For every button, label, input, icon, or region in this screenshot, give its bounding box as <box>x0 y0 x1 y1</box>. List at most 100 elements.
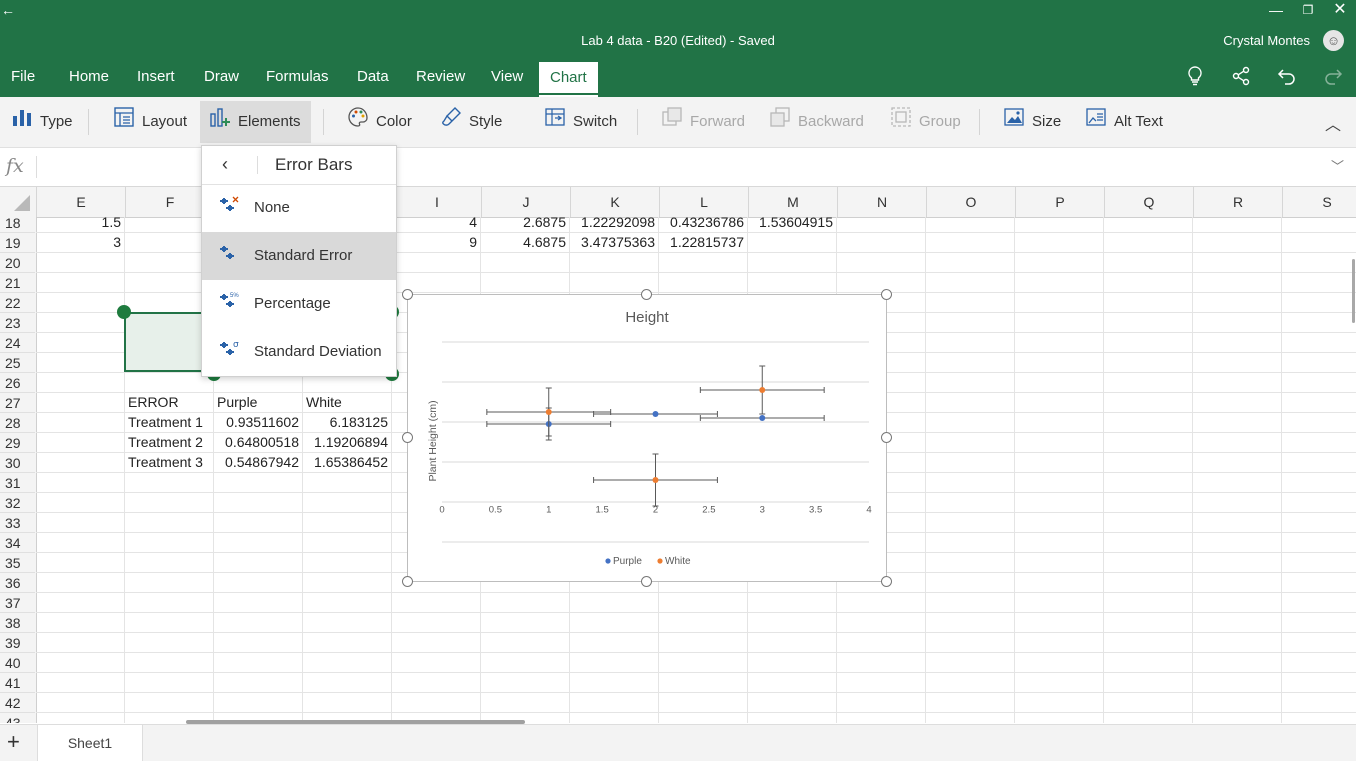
y-axis-label[interactable]: Plant Height (cm) <box>427 400 439 481</box>
column-header-r[interactable]: R <box>1193 187 1282 217</box>
column-header-q[interactable]: Q <box>1104 187 1193 217</box>
row-header-38[interactable]: 38 <box>0 612 35 632</box>
row-header-35[interactable]: 35 <box>0 552 35 572</box>
row-header-21[interactable]: 21 <box>0 272 35 292</box>
avatar[interactable]: ☺ <box>1323 30 1344 51</box>
row-header-25[interactable]: 25 <box>0 352 35 372</box>
tab-formulas[interactable]: Formulas <box>255 60 340 97</box>
row-header-28[interactable]: 28 <box>0 412 35 432</box>
minimize-icon[interactable]: — <box>1262 0 1290 20</box>
column-header-n[interactable]: N <box>837 187 926 217</box>
cell-h27[interactable]: White <box>303 392 391 412</box>
forward-button[interactable]: Forward <box>652 101 753 143</box>
style-button[interactable]: Style <box>431 101 510 143</box>
chart-resize-handle[interactable] <box>402 289 413 300</box>
column-header-k[interactable]: K <box>570 187 659 217</box>
data-point-white[interactable] <box>759 387 766 393</box>
back-arrow-icon[interactable]: ← <box>0 0 16 20</box>
elements-button[interactable]: Elements <box>200 101 311 143</box>
column-header-m[interactable]: M <box>748 187 837 217</box>
row-header-34[interactable]: 34 <box>0 532 35 552</box>
plus-icon[interactable]: + <box>7 729 20 755</box>
row-header-42[interactable]: 42 <box>0 692 35 712</box>
cell-m18[interactable]: 1.53604915 <box>748 217 836 232</box>
cell-g30[interactable]: 0.54867942 <box>214 452 302 472</box>
restore-icon[interactable]: ❐ <box>1294 0 1322 20</box>
tab-draw[interactable]: Draw <box>193 60 250 97</box>
error-bars-none-option[interactable]: None <box>202 184 396 232</box>
cell-g29[interactable]: 0.64800518 <box>214 432 302 452</box>
close-icon[interactable]: ✕ <box>1326 0 1354 20</box>
select-all-corner[interactable] <box>0 187 36 217</box>
data-point-purple[interactable] <box>652 411 659 417</box>
legend-label-white[interactable]: White <box>665 556 691 567</box>
row-header-27[interactable]: 27 <box>0 392 35 412</box>
error-bars-standard-deviation-option[interactable]: σ Standard Deviation <box>202 328 396 376</box>
size-button[interactable]: Size <box>994 101 1069 143</box>
cell-h30[interactable]: 1.65386452 <box>303 452 391 472</box>
error-bars-standard-error-option[interactable]: Standard Error <box>202 232 396 280</box>
row-header-22[interactable]: 22 <box>0 292 35 312</box>
chart-resize-handle[interactable] <box>402 432 413 443</box>
redo-icon[interactable] <box>1321 66 1345 90</box>
row-header-18[interactable]: 18 <box>0 217 35 232</box>
vertical-scrollbar[interactable] <box>1352 259 1355 323</box>
column-header-p[interactable]: P <box>1015 187 1104 217</box>
row-header-24[interactable]: 24 <box>0 332 35 352</box>
chart-resize-handle[interactable] <box>641 576 652 587</box>
row-header-30[interactable]: 30 <box>0 452 35 472</box>
column-header-i[interactable]: I <box>392 187 481 217</box>
row-header-29[interactable]: 29 <box>0 432 35 452</box>
chart-resize-handle[interactable] <box>881 432 892 443</box>
backward-button[interactable]: Backward <box>760 101 872 143</box>
sheet-tab-sheet1[interactable]: Sheet1 <box>37 725 143 761</box>
row-header-19[interactable]: 19 <box>0 232 35 252</box>
cell-h29[interactable]: 1.19206894 <box>303 432 391 452</box>
cell-g28[interactable]: 0.93511602 <box>214 412 302 432</box>
color-button[interactable]: Color <box>338 101 420 143</box>
chart-resize-handle[interactable] <box>641 289 652 300</box>
cell-j18[interactable]: 2.6875 <box>481 217 569 232</box>
cell-i18[interactable]: 4 <box>392 217 480 232</box>
data-point-purple[interactable] <box>759 415 766 421</box>
cell-f30[interactable]: Treatment 3 <box>125 452 213 472</box>
row-header-40[interactable]: 40 <box>0 652 35 672</box>
switch-button[interactable]: Switch <box>535 101 625 143</box>
row-header-39[interactable]: 39 <box>0 632 35 652</box>
cell-f28[interactable]: Treatment 1 <box>125 412 213 432</box>
function-icon[interactable]: fx <box>6 155 24 177</box>
type-button[interactable]: Type <box>2 101 81 143</box>
layout-button[interactable]: Layout <box>104 101 195 143</box>
cell-e18[interactable]: 1.5 <box>36 217 124 232</box>
column-header-j[interactable]: J <box>481 187 570 217</box>
column-header-l[interactable]: L <box>659 187 748 217</box>
tab-chart[interactable]: Chart <box>539 62 598 97</box>
chart-object[interactable]: Height Plant Height (cm) 0 0.5 1 1.5 2 2.5 3 3.… <box>407 294 887 582</box>
error-bars-percentage-option[interactable]: 5% Percentage <box>202 280 396 328</box>
group-button[interactable]: Group <box>881 101 969 143</box>
share-icon[interactable] <box>1229 66 1253 90</box>
selection-handle[interactable] <box>117 305 131 319</box>
cell-l19[interactable]: 1.22815737 <box>659 232 747 252</box>
collapse-ribbon-icon[interactable]: ︿ <box>1325 111 1341 135</box>
row-header-41[interactable]: 41 <box>0 672 35 692</box>
column-header-s[interactable]: S <box>1282 187 1356 217</box>
column-header-e[interactable]: E <box>36 187 125 217</box>
chart-resize-handle[interactable] <box>402 576 413 587</box>
cell-f27[interactable]: ERROR <box>125 392 213 412</box>
chart-resize-handle[interactable] <box>881 289 892 300</box>
cell-h28[interactable]: 6.183125 <box>303 412 391 432</box>
tab-view[interactable]: View <box>480 60 534 97</box>
tab-file[interactable]: File <box>0 60 46 97</box>
expand-formula-icon[interactable]: ﹀ <box>1331 156 1344 175</box>
row-header-33[interactable]: 33 <box>0 512 35 532</box>
column-header-o[interactable]: O <box>926 187 1015 217</box>
tab-review[interactable]: Review <box>405 60 476 97</box>
chevron-left-icon[interactable]: ‹ <box>222 154 228 175</box>
chart-title[interactable]: Height <box>625 309 669 326</box>
row-header-31[interactable]: 31 <box>0 472 35 492</box>
row-header-26[interactable]: 26 <box>0 372 35 392</box>
cell-k19[interactable]: 3.47375363 <box>570 232 658 252</box>
undo-icon[interactable] <box>1275 66 1299 90</box>
cell-g27[interactable]: Purple <box>214 392 302 412</box>
